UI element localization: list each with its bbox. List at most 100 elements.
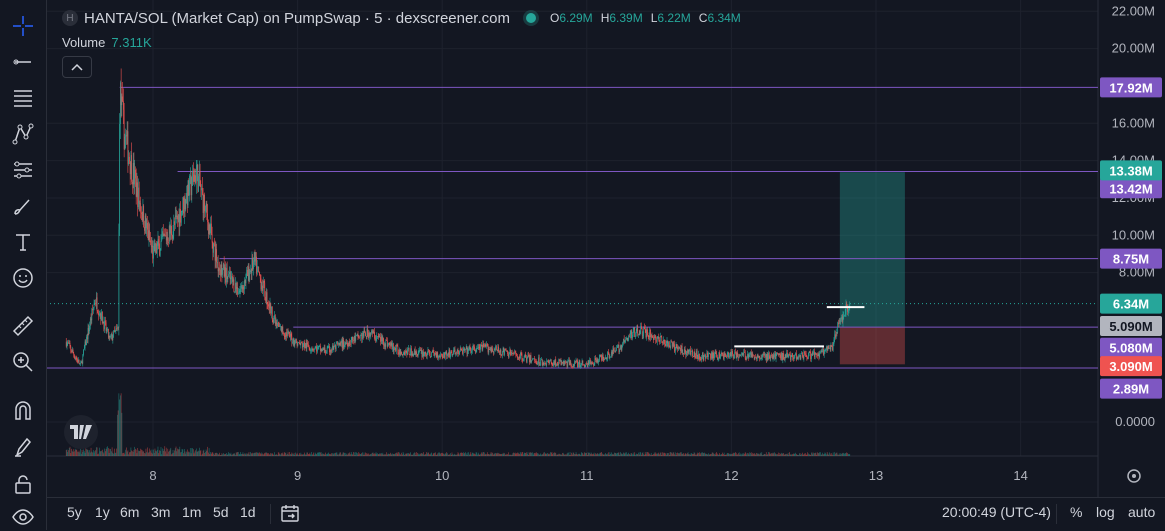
candle-body [220,264,222,276]
candle-body [165,234,166,236]
candle-body [256,266,258,274]
candle-body [591,362,593,364]
volume-bar [532,454,534,456]
candle-body [652,336,654,338]
candle-body [498,351,500,353]
volume-bar [207,446,208,456]
tradingview-logo[interactable] [64,415,98,449]
candle-body [616,347,617,351]
projection-icon[interactable] [8,156,38,184]
volume-bar [458,453,460,456]
chart-legend-header: H HANTA/SOL (Market Cap) on PumpSwap · 5… [62,9,749,27]
volume-bar [177,449,179,456]
volume-bar [220,454,222,456]
text-icon[interactable] [8,228,38,256]
candle-body [580,365,581,368]
volume-bar [537,453,539,456]
long-position-tool[interactable] [839,172,905,365]
candle-body [201,188,203,193]
candle-body [135,178,137,197]
candle-body [123,109,125,150]
volume-bar [468,454,470,456]
crosshair-icon[interactable] [8,12,38,40]
volume-bar [662,452,663,456]
volume-bar [575,452,577,456]
volume-bar [144,453,146,456]
candle-body [386,340,388,347]
volume-bar [808,454,810,456]
market-status-icon[interactable] [525,13,536,23]
candle-body [572,364,574,367]
magnet-icon[interactable] [8,397,38,425]
volume-bar [801,453,802,456]
candle-body [444,352,445,358]
volume-bar [608,452,609,456]
pattern-icon[interactable] [8,120,38,148]
candle-body [772,355,774,359]
range-1m[interactable]: 1m [182,504,201,520]
candle-body [398,352,399,355]
volume-bar [153,449,154,456]
volume-bar [138,450,139,456]
candle-body [155,243,157,253]
candle-body [548,361,550,363]
chart-grid [46,0,1099,497]
candle-body [112,337,114,340]
volume-bar [446,452,448,456]
candle-body [338,343,340,345]
range-1d[interactable]: 1d [240,504,256,520]
volume-bar [408,454,410,456]
candle-body [264,282,266,297]
range-1y[interactable]: 1y [95,504,110,520]
timezone-clock[interactable]: 20:00:49 (UTC-4) [942,504,1051,520]
fib-levels-icon[interactable] [8,84,38,112]
volume-bar [141,450,143,456]
collapse-legend-button[interactable] [62,56,92,78]
eye-icon[interactable] [8,503,38,531]
candle-body [364,330,366,333]
volume-bar [831,453,833,456]
candle-body [277,322,279,326]
ruler-icon[interactable] [8,312,38,340]
volume-bar [94,451,96,456]
time-axis[interactable]: 8 9 10 11 12 13 14 [149,468,1141,483]
lock-pencil-icon[interactable] [8,433,38,461]
candle-body [509,350,511,354]
chart-title[interactable]: HANTA/SOL (Market Cap) on PumpSwap · 5 ·… [84,10,510,27]
candle-body [526,357,527,362]
price-chart[interactable]: 22.00M20.00M16.00M14.00M12.00M10.00M8.00… [0,0,1165,497]
volume-bar [144,453,145,456]
candle-body [432,350,433,353]
percent-toggle[interactable]: % [1070,504,1082,520]
volume-bar [639,452,641,456]
candle-body [612,348,614,355]
trend-line-icon[interactable] [8,48,38,76]
volume-bar [123,452,125,456]
volume-bar [116,448,117,456]
range-3m[interactable]: 3m [151,504,170,520]
auto-toggle[interactable]: auto [1128,504,1155,520]
date-range-icon[interactable] [280,503,300,523]
volume-legend[interactable]: Volume 7.311K [62,35,152,50]
candle-body [275,322,277,325]
volume-bar [151,449,153,456]
volume-bar [584,453,586,456]
range-5d[interactable]: 5d [213,504,229,520]
log-toggle[interactable]: log [1096,504,1115,520]
volume-bar [474,454,476,456]
volume-bar [688,454,690,456]
range-5y[interactable]: 5y [67,504,82,520]
volume-bar [636,454,638,456]
candle-body [532,358,534,360]
range-6m[interactable]: 6m [120,504,139,520]
lock-icon[interactable] [8,471,38,499]
volume-bar [704,452,705,456]
emoji-icon[interactable] [8,264,38,292]
settings-gear-icon[interactable] [1127,469,1141,483]
candle-body [257,266,259,268]
brush-icon[interactable] [8,193,38,221]
candle-body [98,314,100,316]
zoom-in-icon[interactable] [8,348,38,376]
volume-bar [583,454,584,456]
horizontal-level-lines[interactable] [46,86,1098,369]
